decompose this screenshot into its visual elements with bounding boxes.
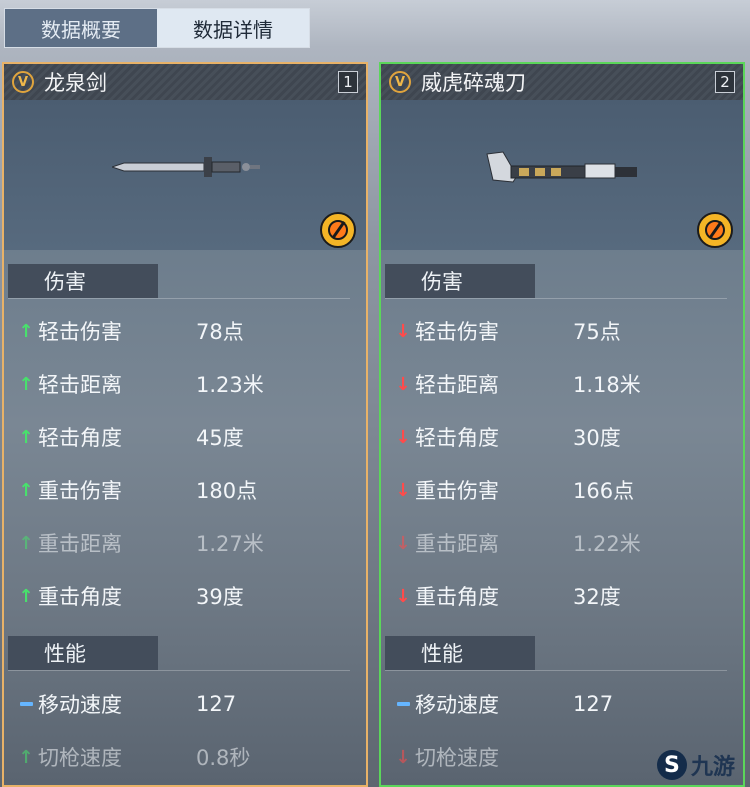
neutral-dash-icon	[395, 693, 411, 715]
stat-value: 32度	[573, 585, 621, 609]
stat-label: 轻击角度	[415, 426, 499, 450]
section-performance: 性能	[385, 636, 535, 670]
stat-label: 轻击角度	[38, 426, 122, 450]
tab-bar: 数据概要 数据详情	[4, 8, 310, 48]
divider	[8, 670, 350, 671]
stat-value: 127	[196, 692, 237, 716]
stat-value: 45度	[196, 426, 244, 450]
stat-value: 78点	[196, 320, 244, 344]
slot-number: 1	[338, 71, 358, 93]
blade-icon	[486, 151, 637, 183]
slot-number: 2	[715, 71, 735, 93]
stat-value: 127	[573, 692, 614, 716]
stat-row: ↑ 重击距离 1.27米	[4, 523, 366, 563]
stat-label: 重击角度	[415, 585, 499, 609]
arrow-up-icon: ↑	[18, 746, 34, 768]
tab-data-details[interactable]: 数据详情	[157, 9, 309, 47]
stat-value: 166点	[573, 479, 635, 503]
divider	[385, 298, 727, 299]
watermark: S 九游	[656, 749, 735, 781]
stat-row: ↑ 切枪速度 0.8秒	[4, 737, 366, 777]
stat-row: ↓ 轻击角度 30度	[381, 417, 743, 457]
arrow-up-icon: ↑	[18, 532, 34, 554]
stat-row: ↓ 轻击距离 1.18米	[381, 364, 743, 404]
weapon-preview	[4, 100, 366, 250]
stat-label: 重击伤害	[415, 479, 499, 503]
arrow-up-icon: ↑	[18, 585, 34, 607]
section-damage: 伤害	[8, 264, 158, 298]
arrow-down-icon: ↓	[395, 479, 411, 501]
stat-row: ↓ 轻击伤害 75点	[381, 311, 743, 351]
arrow-down-icon: ↓	[395, 320, 411, 342]
stat-label: 重击距离	[38, 532, 122, 556]
arrow-up-icon: ↑	[18, 320, 34, 342]
stat-label: 轻击伤害	[415, 320, 499, 344]
neutral-dash-icon	[18, 693, 34, 715]
card-header: V 龙泉剑 1	[4, 64, 366, 100]
stat-label: 轻击伤害	[38, 320, 122, 344]
stat-row: ↑ 重击角度 39度	[4, 576, 366, 616]
weapon-preview	[381, 100, 743, 250]
skill-badge-icon	[697, 212, 733, 248]
stat-value: 180点	[196, 479, 258, 503]
stat-row: ↑ 轻击角度 45度	[4, 417, 366, 457]
skill-badge-icon	[320, 212, 356, 248]
stat-value: 75点	[573, 320, 621, 344]
weapon-card-1[interactable]: V 龙泉剑 1 伤害 ↑ 轻击伤害 78点 ↑ 轻击距离 1.23米 ↑ 轻击角…	[2, 62, 368, 787]
arrow-down-icon: ↓	[395, 585, 411, 607]
rank-v-icon: V	[389, 71, 411, 93]
stat-row: 移动速度 127	[381, 684, 743, 724]
stat-label: 轻击距离	[38, 373, 122, 397]
stat-row: ↑ 轻击距离 1.23米	[4, 364, 366, 404]
arrow-up-icon: ↑	[18, 426, 34, 448]
arrow-down-icon: ↓	[395, 746, 411, 768]
section-damage: 伤害	[385, 264, 535, 298]
stat-label: 切枪速度	[415, 746, 499, 770]
stat-label: 切枪速度	[38, 746, 122, 770]
sword-icon	[112, 157, 260, 177]
tab-data-overview[interactable]: 数据概要	[5, 9, 157, 47]
stat-label: 重击角度	[38, 585, 122, 609]
rank-v-icon: V	[12, 71, 34, 93]
stat-label: 重击伤害	[38, 479, 122, 503]
jiuyou-logo-icon: S	[656, 750, 687, 780]
watermark-text: 九游	[690, 755, 735, 780]
stat-row: ↓ 重击距离 1.22米	[381, 523, 743, 563]
arrow-up-icon: ↑	[18, 373, 34, 395]
arrow-down-icon: ↓	[395, 426, 411, 448]
stat-value: 1.22米	[573, 532, 641, 556]
stat-value: 1.23米	[196, 373, 264, 397]
stat-row: ↓ 重击伤害 166点	[381, 470, 743, 510]
arrow-down-icon: ↓	[395, 373, 411, 395]
stat-row: ↓ 重击角度 32度	[381, 576, 743, 616]
stat-value: 0.8秒	[196, 746, 251, 770]
stat-label: 移动速度	[38, 693, 122, 717]
card-header: V 威虎碎魂刀 2	[381, 64, 743, 100]
divider	[8, 298, 350, 299]
weapon-name: 威虎碎魂刀	[421, 71, 526, 95]
arrow-up-icon: ↑	[18, 479, 34, 501]
stat-row: ↑ 重击伤害 180点	[4, 470, 366, 510]
stat-label: 轻击距离	[415, 373, 499, 397]
arrow-down-icon: ↓	[395, 532, 411, 554]
stat-row: 移动速度 127	[4, 684, 366, 724]
stat-row: ↑ 轻击伤害 78点	[4, 311, 366, 351]
stat-value: 1.18米	[573, 373, 641, 397]
section-performance: 性能	[8, 636, 158, 670]
stat-value: 30度	[573, 426, 621, 450]
stat-label: 重击距离	[415, 532, 499, 556]
stat-value: 39度	[196, 585, 244, 609]
divider	[385, 670, 727, 671]
stat-label: 移动速度	[415, 693, 499, 717]
weapon-name: 龙泉剑	[44, 71, 107, 95]
stat-value: 1.27米	[196, 532, 264, 556]
weapon-card-2[interactable]: V 威虎碎魂刀 2 伤害 ↓ 轻击伤害 75点 ↓ 轻击距离 1.18米 ↓ 轻…	[379, 62, 745, 787]
